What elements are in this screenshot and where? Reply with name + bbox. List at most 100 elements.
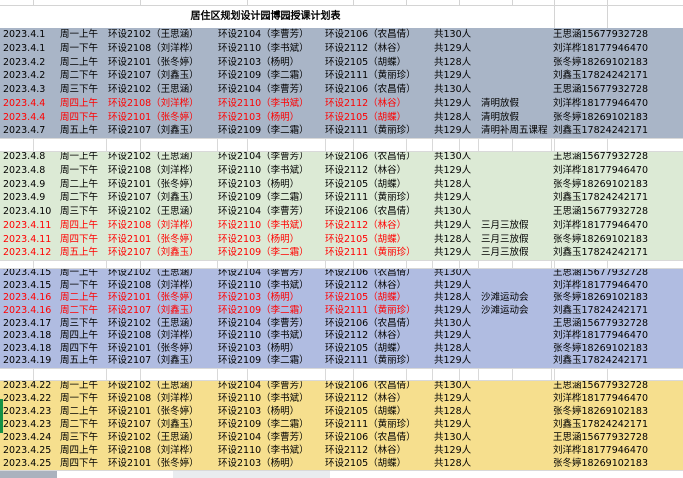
class2-cell[interactable]: 环设2103（杨明） [218,343,299,356]
class2-cell[interactable]: 环设2110（李书斌） [218,42,309,56]
date-cell[interactable]: 2023.4.9 [3,191,45,205]
period-cell[interactable]: 周一下午 [60,392,98,405]
contact-cell[interactable]: 王思涵15677932728 [553,83,648,97]
period-cell[interactable]: 周四下午 [60,233,98,247]
class1-cell[interactable]: 环设2107（刘鑫玉） [108,124,199,138]
class1-cell[interactable]: 环设2107（刘鑫玉） [108,305,199,318]
class1-cell[interactable]: 环设2101（张冬婷） [108,457,199,470]
count-cell[interactable]: 共129人 [434,305,471,318]
note-cell[interactable]: 清明放假 [481,111,519,125]
date-cell[interactable]: 2023.4.24 [3,431,51,444]
contact-cell[interactable]: 刘鑫玉17824242171 [553,124,648,138]
class3-cell[interactable]: 环设2111（黄丽珍） [325,355,416,368]
period-cell[interactable]: 周五上午 [60,246,98,260]
contact-cell[interactable]: 刘洋桦18177946470 [553,164,648,178]
class2-cell[interactable]: 环设2110（李书斌） [218,330,309,343]
class3-cell[interactable]: 环设2112（林谷） [325,330,406,343]
period-cell[interactable]: 周二上午 [60,178,98,192]
class1-cell[interactable]: 环设2102（王思涵） [108,318,199,331]
count-cell[interactable]: 共130人 [434,83,471,97]
class3-cell[interactable]: 环设2105（胡蝶） [325,56,406,70]
count-cell[interactable]: 共129人 [434,280,471,293]
contact-cell[interactable]: 张冬婷18269102183 [553,343,648,356]
count-cell[interactable]: 共129人 [434,418,471,431]
class2-cell[interactable]: 环设2103（杨明） [218,233,299,247]
contact-cell[interactable]: 王思涵15677932728 [553,205,648,219]
date-cell[interactable]: 2023.4.2 [3,69,45,83]
period-cell[interactable]: 周二上午 [60,405,98,418]
class2-cell[interactable]: 环设2110（李书斌） [218,219,309,233]
class3-cell[interactable]: 环设2105（胡蝶） [325,343,406,356]
date-cell[interactable]: 2023.4.8 [3,150,45,164]
class3-cell[interactable]: 环设2106（农昌倩） [325,28,416,42]
period-cell[interactable]: 周三下午 [60,205,98,219]
date-cell[interactable]: 2023.4.16 [3,305,51,318]
contact-cell[interactable]: 刘洋桦18177946470 [553,42,648,56]
period-cell[interactable]: 周四下午 [60,457,98,470]
period-cell[interactable]: 周二下午 [60,191,98,205]
contact-cell[interactable]: 王思涵15677932728 [553,28,648,42]
date-cell[interactable]: 2023.4.18 [3,343,51,356]
date-cell[interactable]: 2023.4.15 [3,280,51,293]
class1-cell[interactable]: 环设2102（王思涵） [108,205,199,219]
period-cell[interactable]: 周四下午 [60,111,98,125]
class3-cell[interactable]: 环设2106（农昌倩） [325,150,416,164]
date-cell[interactable]: 2023.4.10 [3,205,51,219]
date-cell[interactable]: 2023.4.2 [3,56,45,70]
contact-cell[interactable]: 张冬婷18269102183 [553,457,648,470]
class2-cell[interactable]: 环设2104（李曹芳） [218,28,309,42]
class3-cell[interactable]: 环设2105（胡蝶） [325,457,406,470]
count-cell[interactable]: 共129人 [434,246,471,260]
title-row[interactable]: 居住区规划设计园博园授课计划表 [0,6,683,28]
date-cell[interactable]: 2023.4.1 [3,42,45,56]
class3-cell[interactable]: 环设2111（黄丽珍） [325,69,416,83]
count-cell[interactable]: 共129人 [434,444,471,457]
date-cell[interactable]: 2023.4.25 [3,444,51,457]
class2-cell[interactable]: 环设2110（李书斌） [218,164,309,178]
period-cell[interactable]: 周二下午 [60,69,98,83]
class3-cell[interactable]: 环设2112（林谷） [325,219,406,233]
count-cell[interactable]: 共129人 [434,42,471,56]
class2-cell[interactable]: 环设2103（杨明） [218,292,299,305]
class1-cell[interactable]: 环设2108（刘洋桦） [108,164,199,178]
date-cell[interactable]: 2023.4.25 [3,457,51,470]
class2-cell[interactable]: 环设2110（李书斌） [218,280,309,293]
class3-cell[interactable]: 环设2112（林谷） [325,42,406,56]
period-cell[interactable]: 周二上午 [60,292,98,305]
count-cell[interactable]: 共129人 [434,124,471,138]
class1-cell[interactable]: 环设2108（刘洋桦） [108,97,199,111]
note-cell[interactable]: 三月三放假 [481,233,529,247]
note-cell[interactable]: 沙滩运动会 [481,305,529,318]
contact-cell[interactable]: 张冬婷18269102183 [553,178,648,192]
class3-cell[interactable]: 环设2112（林谷） [325,392,406,405]
class1-cell[interactable]: 环设2102（王思涵） [108,83,199,97]
contact-cell[interactable]: 刘洋桦18177946470 [553,280,648,293]
class1-cell[interactable]: 环设2107（刘鑫玉） [108,355,199,368]
class2-cell[interactable]: 环设2104（李曹芳） [218,83,309,97]
period-cell[interactable]: 周三下午 [60,318,98,331]
class3-cell[interactable]: 环设2112（林谷） [325,444,406,457]
class1-cell[interactable]: 环设2107（刘鑫玉） [108,246,199,260]
class2-cell[interactable]: 环设2103（杨明） [218,457,299,470]
class1-cell[interactable]: 环设2107（刘鑫玉） [108,418,199,431]
class2-cell[interactable]: 环设2109（李二霜） [218,246,309,260]
class2-cell[interactable]: 环设2109（李二霜） [218,69,309,83]
period-cell[interactable]: 周一下午 [60,280,98,293]
class1-cell[interactable]: 环设2107（刘鑫玉） [108,69,199,83]
period-cell[interactable]: 周二上午 [60,56,98,70]
class1-cell[interactable]: 环设2101（张冬婷） [108,56,199,70]
class3-cell[interactable]: 环设2106（农昌倩） [325,318,416,331]
class2-cell[interactable]: 环设2104（李曹芳） [218,318,309,331]
date-cell[interactable]: 2023.4.17 [3,318,51,331]
date-cell[interactable]: 2023.4.23 [3,418,51,431]
class1-cell[interactable]: 环设2102（王思涵） [108,150,199,164]
class2-cell[interactable]: 环设2109（李二霜） [218,124,309,138]
class2-cell[interactable]: 环设2109（李二霜） [218,355,309,368]
class2-cell[interactable]: 环设2109（李二霜） [218,191,309,205]
class2-cell[interactable]: 环设2109（李二霜） [218,418,309,431]
contact-cell[interactable]: 刘鑫玉17824242171 [553,69,648,83]
contact-cell[interactable]: 刘鑫玉17824242171 [553,305,648,318]
class2-cell[interactable]: 环设2103（杨明） [218,405,299,418]
period-cell[interactable]: 周二下午 [60,418,98,431]
contact-cell[interactable]: 刘洋桦18177946470 [553,97,648,111]
